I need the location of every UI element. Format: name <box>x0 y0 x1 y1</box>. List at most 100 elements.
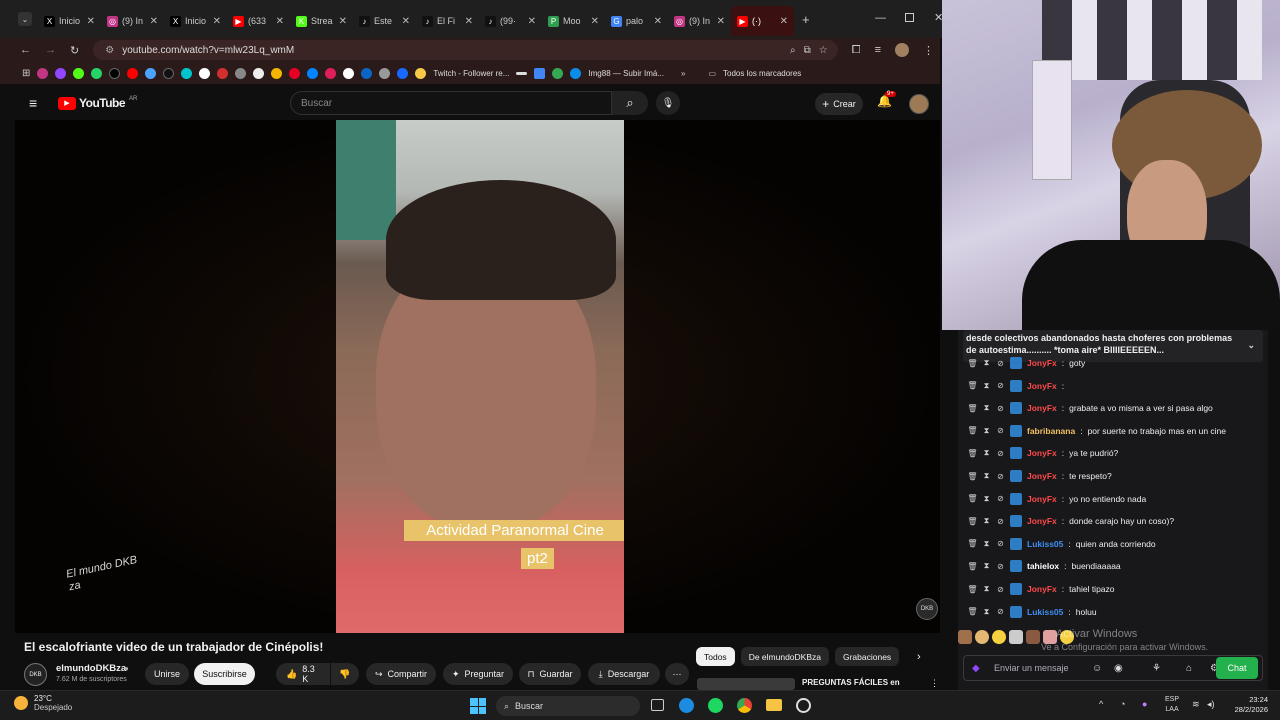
timeout-icon[interactable]: ⧗ <box>982 448 991 458</box>
timeout-icon[interactable]: ⧗ <box>982 584 991 594</box>
chat-message[interactable]: 🗑 ⧗ ⊘ JonyFx: tahiel tipazo <box>967 580 1115 598</box>
back-icon[interactable]: ← <box>20 44 31 56</box>
chat-username[interactable]: tahielox <box>1027 561 1059 571</box>
weather-widget[interactable]: 23°C Despejado <box>14 694 72 712</box>
browser-tab[interactable]: ▶ (633 ✕ <box>227 6 290 36</box>
youtube-bookmark-icon[interactable] <box>127 67 139 79</box>
more-icon[interactable]: ⋮ <box>923 44 934 57</box>
ban-icon[interactable]: ⊘ <box>996 494 1005 503</box>
tray-chevron-icon[interactable]: ^ <box>1099 699 1103 709</box>
more-actions-button[interactable]: ⋯ <box>665 663 689 685</box>
profile-avatar[interactable] <box>895 43 909 57</box>
chat-message[interactable]: 🗑 ⧗ ⊘ Lukiss05: quien anda corriendo <box>967 535 1156 553</box>
ask-button[interactable]: ✦ Preguntar <box>443 663 513 685</box>
edge-icon[interactable] <box>679 698 694 713</box>
chat-username[interactable]: Lukiss05 <box>1027 607 1063 617</box>
chat-username[interactable]: JonyFx <box>1027 381 1057 391</box>
reload-icon[interactable]: ↻ <box>70 44 79 57</box>
tray-mic-icon[interactable]: ● <box>1142 699 1147 709</box>
channel-avatar[interactable]: DKB <box>24 663 47 686</box>
filter-chip[interactable]: Todos <box>696 647 735 666</box>
minus-bookmark-icon[interactable] <box>516 71 528 75</box>
points-icon[interactable]: ◉ <box>1114 663 1123 674</box>
volume-icon[interactable]: ◂) <box>1207 699 1215 710</box>
tab-close-icon[interactable]: ✕ <box>402 16 410 27</box>
chrome-icon[interactable] <box>737 698 752 713</box>
tab-close-icon[interactable]: ✕ <box>213 16 221 27</box>
install-icon[interactable]: ⧉ <box>804 45 811 56</box>
ban-icon[interactable]: ⊘ <box>996 472 1005 481</box>
browser-tab[interactable]: X Inicio ✕ <box>38 6 101 36</box>
emote-icon[interactable] <box>975 630 989 644</box>
slack-bookmark-icon[interactable] <box>325 67 337 79</box>
next-video-thumbnail[interactable] <box>697 678 795 690</box>
language-indicator[interactable]: ESP LAA <box>1165 695 1179 715</box>
join-button[interactable]: Unirse <box>145 663 189 685</box>
timeout-icon[interactable]: ⧗ <box>982 607 991 616</box>
tab-close-icon[interactable]: ✕ <box>150 16 158 27</box>
chat-message[interactable]: 🗑 ⧗ ⊘ fabribanana: por suerte no trabajo mas… <box>967 422 1226 440</box>
gift-icon[interactable]: ⚘ <box>1152 663 1161 674</box>
filter-chip[interactable]: De elmundoDKBza <box>740 647 829 666</box>
cloud-bookmark-icon[interactable] <box>145 67 157 79</box>
browser-tab[interactable]: ♪ (99· ✕ <box>479 6 542 36</box>
taskbar-search[interactable]: ⌕ Buscar <box>496 696 640 716</box>
docs-bookmark-icon[interactable] <box>534 67 546 79</box>
drive-bookmark-icon[interactable] <box>271 67 283 79</box>
pinterest-bookmark-icon[interactable] <box>289 67 301 79</box>
x-bookmark-icon[interactable] <box>109 67 121 79</box>
download-button[interactable]: ⤓ Descargar <box>588 663 660 685</box>
emote-icon[interactable] <box>1009 630 1023 644</box>
timeout-icon[interactable]: ⧗ <box>982 381 991 390</box>
chat-message[interactable]: 🗑 ⧗ ⊘ JonyFx: te respeto? <box>967 467 1112 485</box>
next-video-title[interactable]: PREGUNTAS FÁCILES en <box>802 678 900 687</box>
tab-search-button[interactable]: ⌄ <box>18 12 32 26</box>
emote-icon[interactable] <box>1026 630 1040 644</box>
delete-icon[interactable]: 🗑 <box>967 494 977 503</box>
browser-tab[interactable]: Gpalo ✕ <box>605 6 668 36</box>
ban-icon[interactable]: ⊘ <box>996 449 1005 458</box>
timeout-icon[interactable]: ⧗ <box>982 358 991 368</box>
filter-chip[interactable]: Grabaciones <box>834 647 900 666</box>
linkedin-bookmark-icon[interactable] <box>361 67 373 79</box>
messenger-bookmark-icon[interactable] <box>307 67 319 79</box>
next-video-menu-icon[interactable]: ⋮ <box>930 678 939 689</box>
forward-icon[interactable]: → <box>45 44 56 56</box>
delete-icon[interactable]: 🗑 <box>967 562 977 571</box>
chat-message[interactable]: 🗑 ⧗ ⊘ tahielox: buendiaaaaa <box>967 557 1121 575</box>
chat-message[interactable]: 🗑 ⧗ ⊘ JonyFx: ya te pudrió? <box>967 444 1118 462</box>
delete-icon[interactable]: 🗑 <box>967 404 977 413</box>
chat-message[interactable]: 🗑 ⧗ ⊘ JonyFx: grabate a vo misma a ver si pa… <box>967 399 1213 417</box>
behance-bookmark-icon[interactable] <box>397 67 409 79</box>
minimize-button[interactable]: — <box>875 12 886 24</box>
chat-send-button[interactable]: Chat <box>1216 657 1258 679</box>
browser-tab[interactable]: K Strea ✕ <box>290 6 353 36</box>
delete-icon[interactable]: 🗑 <box>967 381 977 390</box>
browser-tab[interactable]: ◎ (9) In ✕ <box>668 6 731 36</box>
channel-name[interactable]: elmundoDKBza <box>56 663 126 674</box>
menu-icon[interactable]: ≡ <box>875 44 881 56</box>
chat-message[interactable]: 🗑 ⧗ ⊘ JonyFx: <box>967 377 1069 395</box>
globe-bookmark-icon[interactable] <box>235 67 247 79</box>
upload-bookmark-icon[interactable] <box>253 67 265 79</box>
chat-message[interactable]: 🗑 ⧗ ⊘ Lukiss05: holuu <box>967 603 1097 621</box>
search-input[interactable]: Buscar <box>290 91 612 115</box>
edge-bookmark-icon[interactable] <box>570 67 582 79</box>
ban-icon[interactable]: ⊘ <box>996 607 1005 616</box>
task-view-icon[interactable] <box>651 699 664 711</box>
save-button[interactable]: ⊓ Guardar <box>519 663 581 685</box>
browser-tab[interactable]: X Inicio ✕ <box>164 6 227 36</box>
extensions-icon[interactable]: ⧠ <box>852 44 861 57</box>
timeout-icon[interactable]: ⧗ <box>982 471 991 481</box>
browser-tab[interactable]: ◎ (9) In ✕ <box>101 6 164 36</box>
clock[interactable]: 23:24 28/2/2026 <box>1228 695 1268 715</box>
tiktok-bookmark-icon[interactable] <box>163 67 175 79</box>
chevron-down-icon[interactable]: ⌄ <box>1247 339 1255 351</box>
chevron-right-icon[interactable]: » <box>681 69 685 78</box>
obs-icon[interactable] <box>796 698 811 713</box>
folder-icon[interactable]: ▭ <box>708 69 716 78</box>
delete-icon[interactable]: 🗑 <box>967 359 977 368</box>
timeout-icon[interactable]: ⧗ <box>982 426 991 435</box>
ban-icon[interactable]: ⊘ <box>996 381 1005 390</box>
instagram-bookmark-icon[interactable] <box>37 67 49 79</box>
